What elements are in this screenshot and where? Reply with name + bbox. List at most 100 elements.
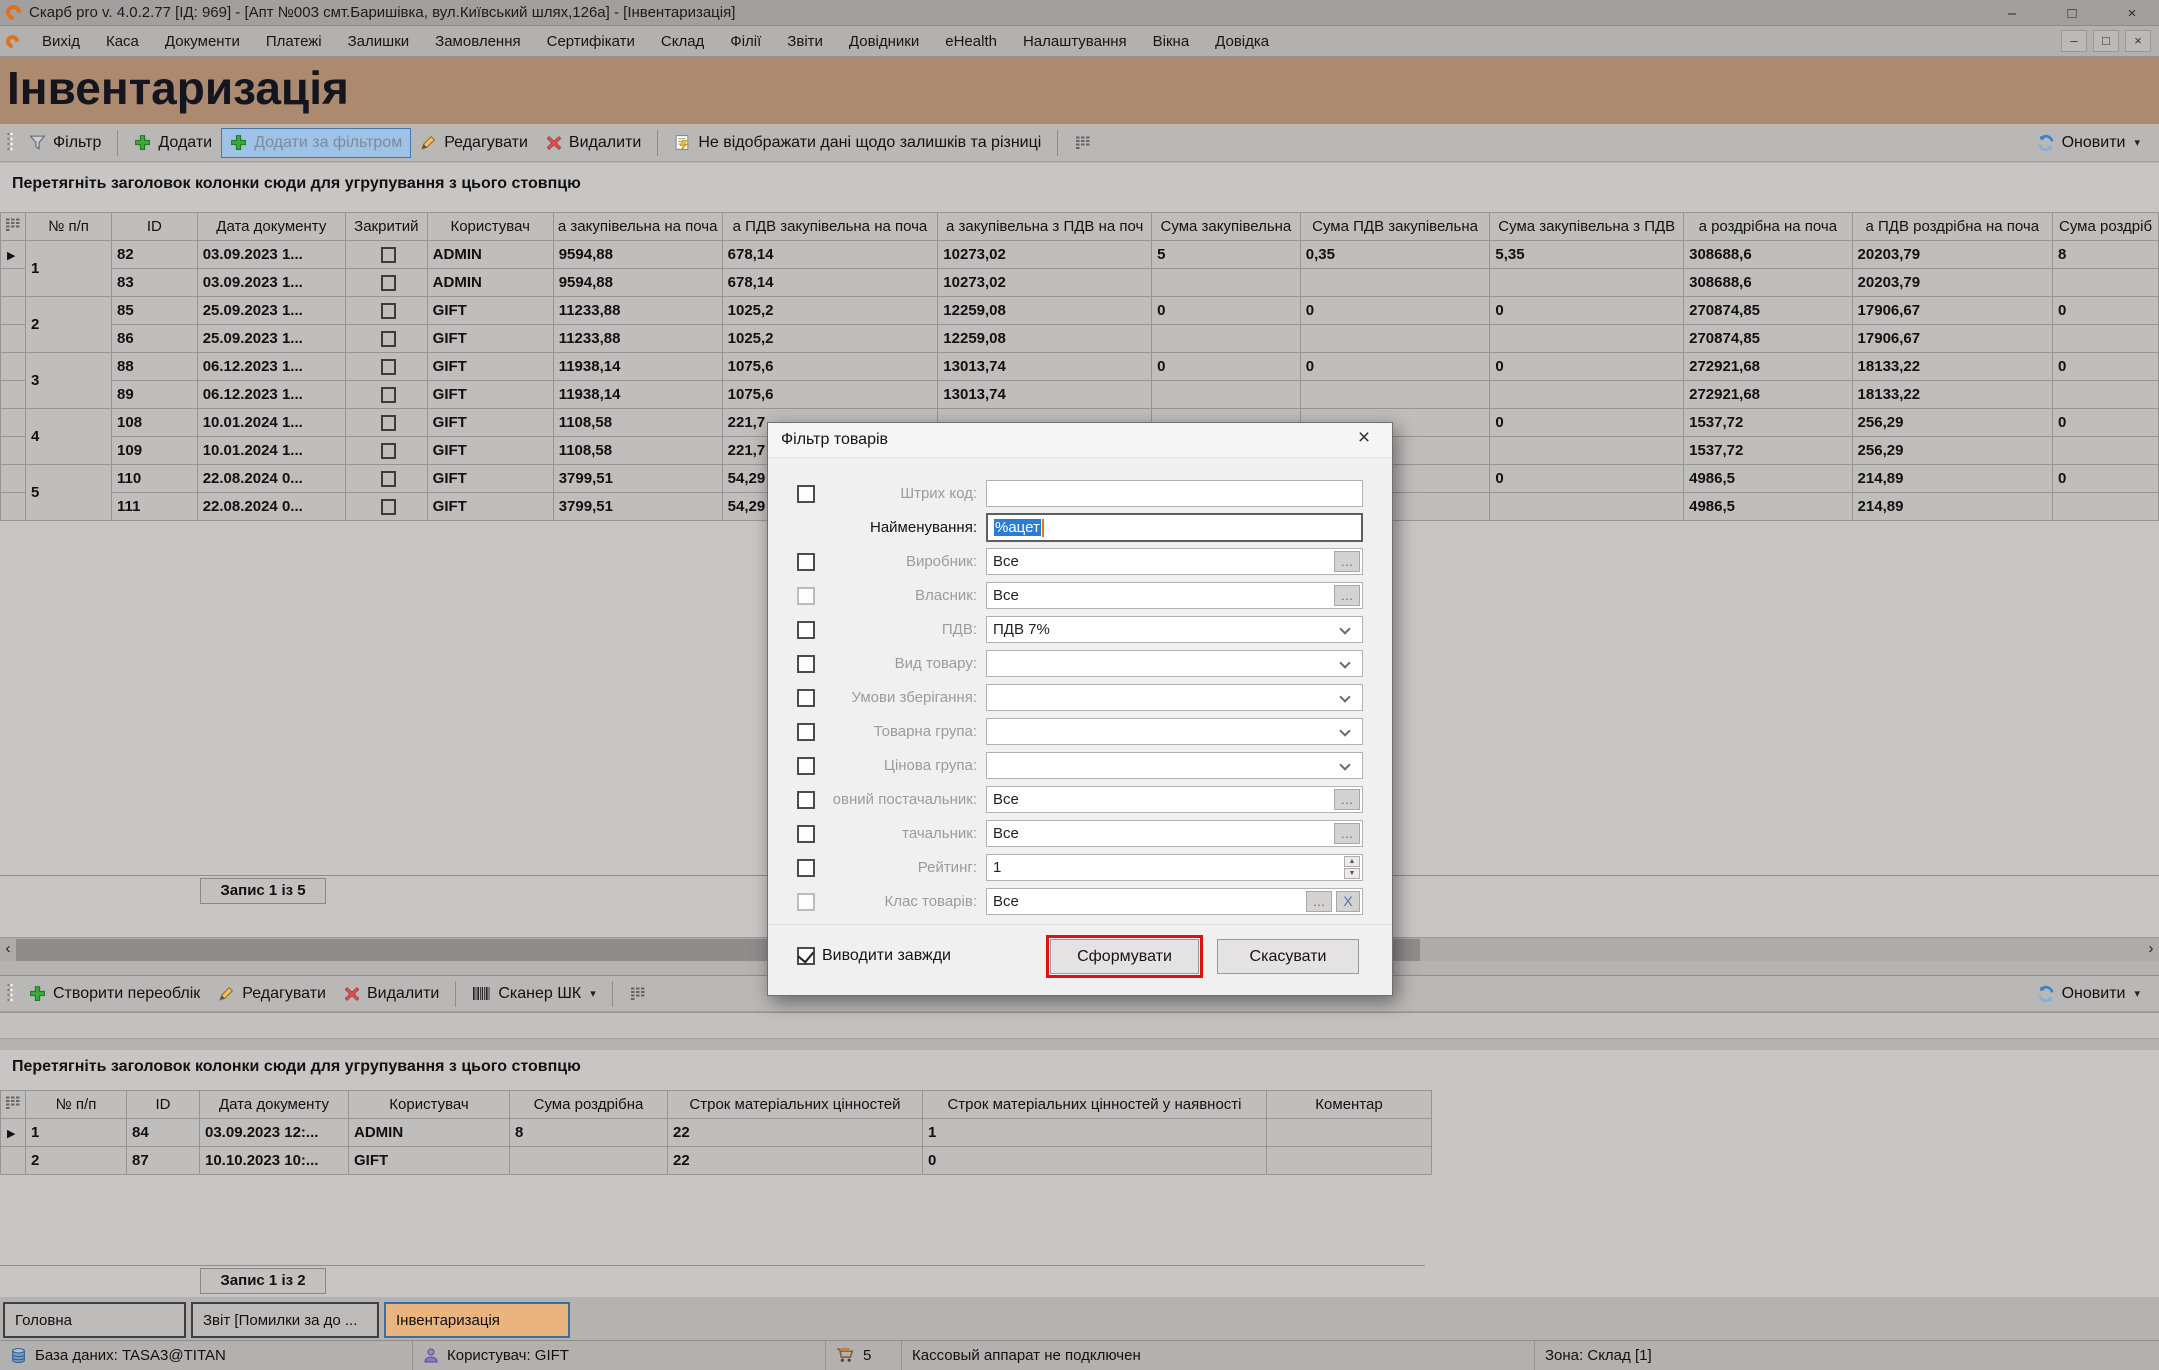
column-header[interactable]: Сума роздрібна (510, 1091, 668, 1119)
spin-up-icon[interactable]: ▲ (1344, 856, 1360, 867)
menu-item-каса[interactable]: Каса (93, 33, 152, 50)
window-tab-1[interactable]: Головна (3, 1302, 186, 1338)
column-header[interactable]: а закупівельна на поча (553, 213, 722, 241)
owner-field-input[interactable]: Все… (986, 582, 1363, 609)
closed-checkbox[interactable] (381, 471, 396, 487)
main-supplier-field-input[interactable]: Все… (986, 786, 1363, 813)
product-type-field-input[interactable] (986, 650, 1363, 677)
table-row[interactable]: ▶18403.09.2023 12:...ADMIN8221 (1, 1119, 1432, 1147)
column-header[interactable]: № п/п (26, 1091, 127, 1119)
vat-field-checkbox[interactable] (797, 621, 815, 639)
table-row[interactable]: 38806.12.2023 1...GIFT11938,141075,61301… (1, 353, 2159, 381)
column-header[interactable]: Дата документу (197, 213, 345, 241)
product-class-field-input[interactable]: Все…X (986, 888, 1363, 915)
barcode-field-checkbox[interactable] (797, 485, 815, 503)
table-row[interactable]: 8906.12.2023 1...GIFT11938,141075,613013… (1, 381, 2159, 409)
lookup-ellipsis-button[interactable]: … (1334, 789, 1360, 810)
menu-item-вихід[interactable]: Вихід (29, 33, 93, 50)
table-row[interactable]: ▶18203.09.2023 1...ADMIN9594,88678,14102… (1, 241, 2159, 269)
closed-checkbox[interactable] (381, 359, 396, 375)
menu-item-філії[interactable]: Філії (717, 33, 774, 50)
column-header[interactable]: Сума ПДВ закупівельна (1300, 213, 1490, 241)
closed-checkbox[interactable] (381, 499, 396, 515)
menu-item-звіти[interactable]: Звіти (774, 33, 836, 50)
barcode-field-input[interactable] (986, 480, 1363, 507)
rating-field-input[interactable]: 1▲▼ (986, 854, 1363, 881)
column-header[interactable]: ID (127, 1091, 200, 1119)
product-type-field-checkbox[interactable] (797, 655, 815, 673)
refresh-button[interactable]: Оновити▾ (2028, 128, 2149, 158)
column-header[interactable]: Закритий (345, 213, 427, 241)
manufacturer-field-input[interactable]: Все… (986, 548, 1363, 575)
delete-button[interactable]: Видалити (335, 979, 448, 1009)
manufacturer-field-checkbox[interactable] (797, 553, 815, 571)
closed-checkbox[interactable] (381, 275, 396, 291)
columns-button[interactable] (620, 979, 656, 1009)
column-header[interactable]: Коментар (1267, 1091, 1432, 1119)
create-recount-button[interactable]: Створити переоблік (20, 979, 209, 1009)
closed-checkbox[interactable] (381, 387, 396, 403)
dialog-title-bar[interactable]: Фільтр товарів × (768, 423, 1392, 458)
table-row[interactable]: 8625.09.2023 1...GIFT11233,881025,212259… (1, 325, 2159, 353)
mdi-close-icon[interactable]: × (2125, 30, 2151, 52)
lookup-ellipsis-button[interactable]: … (1306, 891, 1332, 912)
column-header[interactable]: Строк матеріальних цінностей (668, 1091, 923, 1119)
window-tab-3[interactable]: Інвентаризація (384, 1302, 570, 1338)
hide-balances-toggle[interactable]: Не відображати дані щодо залишків та різ… (665, 128, 1050, 158)
price-group-field-checkbox[interactable] (797, 757, 815, 775)
submit-button[interactable]: Сформувати (1050, 939, 1199, 974)
closed-checkbox[interactable] (381, 443, 396, 459)
rating-field-checkbox[interactable] (797, 859, 815, 877)
close-icon[interactable]: × (2115, 5, 2149, 22)
main-supplier-field-checkbox[interactable] (797, 791, 815, 809)
menu-item-документи[interactable]: Документи (152, 33, 253, 50)
closed-checkbox[interactable] (381, 303, 396, 319)
menu-item-довідка[interactable]: Довідка (1202, 33, 1282, 50)
column-header[interactable]: Дата документу (200, 1091, 349, 1119)
closed-checkbox[interactable] (381, 331, 396, 347)
delete-button[interactable]: Видалити (537, 128, 650, 158)
menu-item-налаштування[interactable]: Налаштування (1010, 33, 1140, 50)
menu-item-довідники[interactable]: Довідники (836, 33, 932, 50)
lookup-ellipsis-button[interactable]: … (1334, 585, 1360, 606)
minimize-icon[interactable]: – (1995, 5, 2029, 22)
lookup-ellipsis-button[interactable]: … (1334, 551, 1360, 572)
window-tab-2[interactable]: Звіт [Помилки за до ... (191, 1302, 379, 1338)
filter-button[interactable]: Фільтр (20, 128, 110, 158)
add-by-filter-button[interactable]: Додати за фільтром (221, 128, 411, 158)
table-row[interactable]: 28525.09.2023 1...GIFT11233,881025,21225… (1, 297, 2159, 325)
supplier-field-input[interactable]: Все… (986, 820, 1363, 847)
product-group-field-input[interactable] (986, 718, 1363, 745)
closed-checkbox[interactable] (381, 247, 396, 263)
column-header[interactable]: а закупівельна з ПДВ на поч (938, 213, 1152, 241)
menu-item-склад[interactable]: Склад (648, 33, 717, 50)
always-show-checkbox[interactable] (797, 947, 815, 965)
column-header[interactable]: Користувач (427, 213, 553, 241)
product-group-field-checkbox[interactable] (797, 723, 815, 741)
column-header[interactable]: а роздрібна на поча (1684, 213, 1852, 241)
lookup-ellipsis-button[interactable]: … (1334, 823, 1360, 844)
barcode-scanner-button[interactable]: Сканер ШК▾ (463, 979, 604, 1009)
spin-down-icon[interactable]: ▼ (1344, 868, 1360, 879)
always-show-option[interactable]: Виводити завжди (797, 947, 951, 965)
supplier-field-checkbox[interactable] (797, 825, 815, 843)
column-header[interactable]: № п/п (26, 213, 112, 241)
cancel-button[interactable]: Скасувати (1217, 939, 1359, 974)
maximize-icon[interactable]: □ (2055, 5, 2089, 22)
menu-item-вікна[interactable]: Вікна (1140, 33, 1203, 50)
table-row[interactable]: 8303.09.2023 1...ADMIN9594,88678,1410273… (1, 269, 2159, 297)
column-header[interactable]: ID (112, 213, 198, 241)
name-field-input[interactable]: %ацет (986, 513, 1363, 542)
storage-conditions-field-checkbox[interactable] (797, 689, 815, 707)
dialog-close-icon[interactable]: × (1350, 426, 1378, 450)
column-header[interactable]: Строк матеріальних цінностей у наявності (923, 1091, 1267, 1119)
vat-field-input[interactable]: ПДВ 7% (986, 616, 1363, 643)
storage-conditions-field-input[interactable] (986, 684, 1363, 711)
edit-button[interactable]: Редагувати (411, 128, 537, 158)
scroll-left-icon[interactable]: ‹ (0, 938, 16, 962)
menu-item-замовлення[interactable]: Замовлення (422, 33, 533, 50)
menu-item-ehealth[interactable]: eHealth (932, 33, 1010, 50)
scroll-right-icon[interactable]: › (2143, 938, 2159, 962)
menu-item-залишки[interactable]: Залишки (335, 33, 423, 50)
menu-item-платежі[interactable]: Платежі (253, 33, 335, 50)
